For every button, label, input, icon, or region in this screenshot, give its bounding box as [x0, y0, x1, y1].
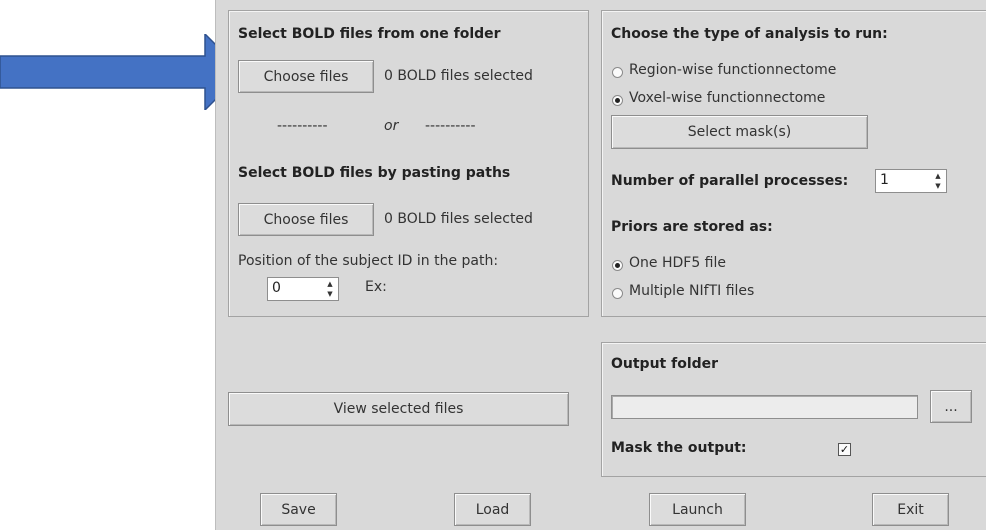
region-wise-radio[interactable] — [612, 67, 623, 78]
mask-output-label: Mask the output: — [611, 440, 747, 456]
one-hdf5-radio[interactable] — [612, 260, 623, 271]
position-value: 0 — [272, 280, 281, 296]
choose-files-paths-button[interactable]: Choose files — [238, 203, 374, 236]
paths-files-count: 0 BOLD files selected — [384, 211, 533, 227]
launch-button[interactable]: Launch — [649, 493, 746, 526]
analysis-panel: Choose the type of analysis to run: Regi… — [601, 10, 986, 317]
view-selected-files-button[interactable]: View selected files — [228, 392, 569, 426]
folder-files-count: 0 BOLD files selected — [384, 68, 533, 84]
position-label: Position of the subject ID in the path: — [238, 253, 499, 269]
analysis-title: Choose the type of analysis to run: — [611, 26, 888, 42]
select-mask-button[interactable]: Select mask(s) — [611, 115, 868, 149]
separator-right: ---------- — [425, 118, 476, 134]
folder-section-title: Select BOLD files from one folder — [238, 26, 501, 42]
exit-button[interactable]: Exit — [872, 493, 949, 526]
voxel-wise-radio[interactable] — [612, 95, 623, 106]
annotation-arrow-icon — [0, 34, 243, 110]
voxel-wise-label[interactable]: Voxel-wise functionnectome — [629, 90, 825, 106]
browse-output-button[interactable]: ... — [930, 390, 972, 423]
functionnectome-window: Select BOLD files from one folder Choose… — [215, 0, 986, 530]
separator-left: ---------- — [277, 118, 328, 134]
position-spinbox[interactable]: 0 ▲ ▼ — [267, 277, 339, 301]
one-hdf5-label[interactable]: One HDF5 file — [629, 255, 726, 271]
priors-title: Priors are stored as: — [611, 219, 773, 235]
bold-selection-panel: Select BOLD files from one folder Choose… — [228, 10, 589, 317]
output-folder-title: Output folder — [611, 356, 719, 372]
parallel-processes-spinbox[interactable]: 1 ▲ ▼ — [875, 169, 947, 193]
example-label: Ex: — [365, 279, 387, 295]
load-button[interactable]: Load — [454, 493, 531, 526]
parallel-processes-label: Number of parallel processes: — [611, 173, 849, 189]
save-button[interactable]: Save — [260, 493, 337, 526]
separator-or: or — [384, 118, 399, 134]
choose-files-folder-button[interactable]: Choose files — [238, 60, 374, 93]
multiple-nifti-label[interactable]: Multiple NIfTI files — [629, 283, 754, 299]
paths-section-title: Select BOLD files by pasting paths — [238, 165, 511, 181]
output-panel: Output folder ... Mask the output: ✓ — [601, 342, 986, 477]
multiple-nifti-radio[interactable] — [612, 288, 623, 299]
spinner-arrows-icon[interactable]: ▲ ▼ — [932, 172, 944, 190]
output-folder-field[interactable] — [611, 395, 918, 419]
parallel-processes-value: 1 — [880, 172, 889, 188]
spinner-arrows-icon[interactable]: ▲ ▼ — [324, 280, 336, 298]
region-wise-label[interactable]: Region-wise functionnectome — [629, 62, 836, 78]
mask-output-checkbox[interactable]: ✓ — [838, 443, 851, 456]
